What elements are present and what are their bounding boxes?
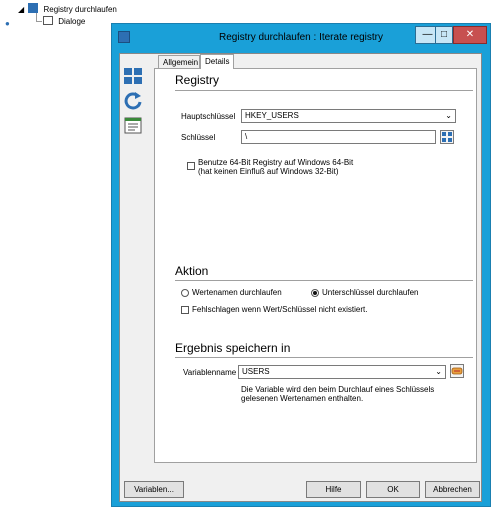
checkbox-64bit[interactable]	[187, 162, 195, 170]
hauptschluessel-label: Hauptschlüssel	[181, 112, 236, 121]
ergebnis-heading: Ergebnis speichern in	[175, 341, 291, 355]
tab-allgemein[interactable]: Allgemein	[158, 55, 200, 68]
radio-wertenamen-label: Wertenamen durchlaufen	[192, 288, 282, 297]
description-line2: gelesenen Wertenamen enthalten.	[241, 394, 364, 403]
schluessel-label: Schlüssel	[181, 133, 216, 142]
divider	[175, 280, 473, 281]
dialog-window: Registry durchlaufen : Iterate registry …	[111, 23, 491, 507]
document-icon	[124, 117, 142, 134]
variablen-button[interactable]: Variablen...	[124, 481, 184, 498]
abbrechen-button[interactable]: Abbrechen	[425, 481, 480, 498]
checkbox-64bit-line2: (hat keinen Einfluß auf Windows 32-Bit)	[198, 167, 339, 176]
variablenname-label: Variablenname	[183, 368, 237, 377]
expand-arrow-icon[interactable]: ◢	[18, 4, 26, 16]
schluessel-value: \	[245, 132, 248, 141]
minimize-icon: —	[422, 29, 433, 40]
variable-description: Die Variable wird den beim Durchlauf ein…	[241, 385, 434, 403]
user-icon: ●	[5, 19, 10, 28]
maximize-button[interactable]: □	[435, 26, 453, 44]
chevron-down-icon: ⌄	[445, 111, 452, 120]
chevron-down-icon: ⌄	[435, 367, 442, 376]
tab-details[interactable]: Details	[200, 54, 234, 69]
description-line1: Die Variable wird den beim Durchlauf ein…	[241, 385, 435, 394]
maximize-icon: □	[440, 29, 448, 40]
hauptschluessel-value: HKEY_USERS	[245, 111, 299, 120]
checkbox-fehlschlagen[interactable]	[181, 306, 189, 314]
tree-item-label: Dialoge	[58, 17, 86, 26]
tree-connector	[36, 21, 42, 22]
variable-picker-button[interactable]	[450, 364, 464, 378]
divider	[175, 90, 473, 91]
refresh-button[interactable]	[122, 90, 146, 114]
tree-item-registry[interactable]: ◢ Registry durchlaufen	[18, 3, 117, 15]
checkbox-fehlschlagen-label: Fehlschlagen wenn Wert/Schlüssel nicht e…	[192, 305, 368, 314]
close-icon: ✕	[465, 29, 475, 40]
browse-registry-button[interactable]	[440, 130, 454, 144]
radio-wertenamen[interactable]	[181, 289, 189, 297]
checkbox-64bit-label: Benutze 64-Bit Registry auf Windows 64-B…	[198, 158, 353, 176]
grid-icon	[124, 68, 142, 84]
variable-picker-icon	[451, 367, 463, 375]
refresh-icon	[124, 92, 142, 110]
layout-view-button[interactable]	[122, 65, 146, 89]
title-bar[interactable]: Registry durchlaufen : Iterate registry …	[112, 24, 490, 52]
checkbox-64bit-line1: Benutze 64-Bit Registry auf Windows 64-B…	[198, 158, 354, 167]
schluessel-input[interactable]: \	[241, 130, 436, 144]
dialog-body: Allgemein Details Registry Hauptschlüsse…	[119, 53, 482, 502]
document-view-button[interactable]	[122, 115, 146, 139]
tree-item-dialoge[interactable]: Dialoge	[43, 16, 85, 28]
variablenname-select[interactable]: USERS ⌄	[238, 365, 446, 379]
aktion-heading: Aktion	[175, 264, 209, 278]
close-button[interactable]: ✕	[453, 26, 487, 44]
ok-button[interactable]: OK	[366, 481, 420, 498]
divider	[175, 357, 473, 358]
tree-item-label: Registry durchlaufen	[43, 5, 117, 14]
hauptschluessel-select[interactable]: HKEY_USERS ⌄	[241, 109, 456, 123]
variablenname-value: USERS	[242, 367, 270, 376]
registry-browse-icon	[442, 132, 452, 142]
details-panel: Registry Hauptschlüssel HKEY_USERS ⌄ Sch…	[154, 68, 477, 463]
hilfe-button[interactable]: Hilfe	[306, 481, 361, 498]
radio-unterschluessel-label: Unterschlüssel durchlaufen	[322, 288, 419, 297]
registry-heading: Registry	[175, 73, 220, 87]
radio-unterschluessel[interactable]	[311, 289, 319, 297]
dialog-icon	[43, 16, 53, 25]
registry-iterate-icon	[28, 3, 39, 13]
